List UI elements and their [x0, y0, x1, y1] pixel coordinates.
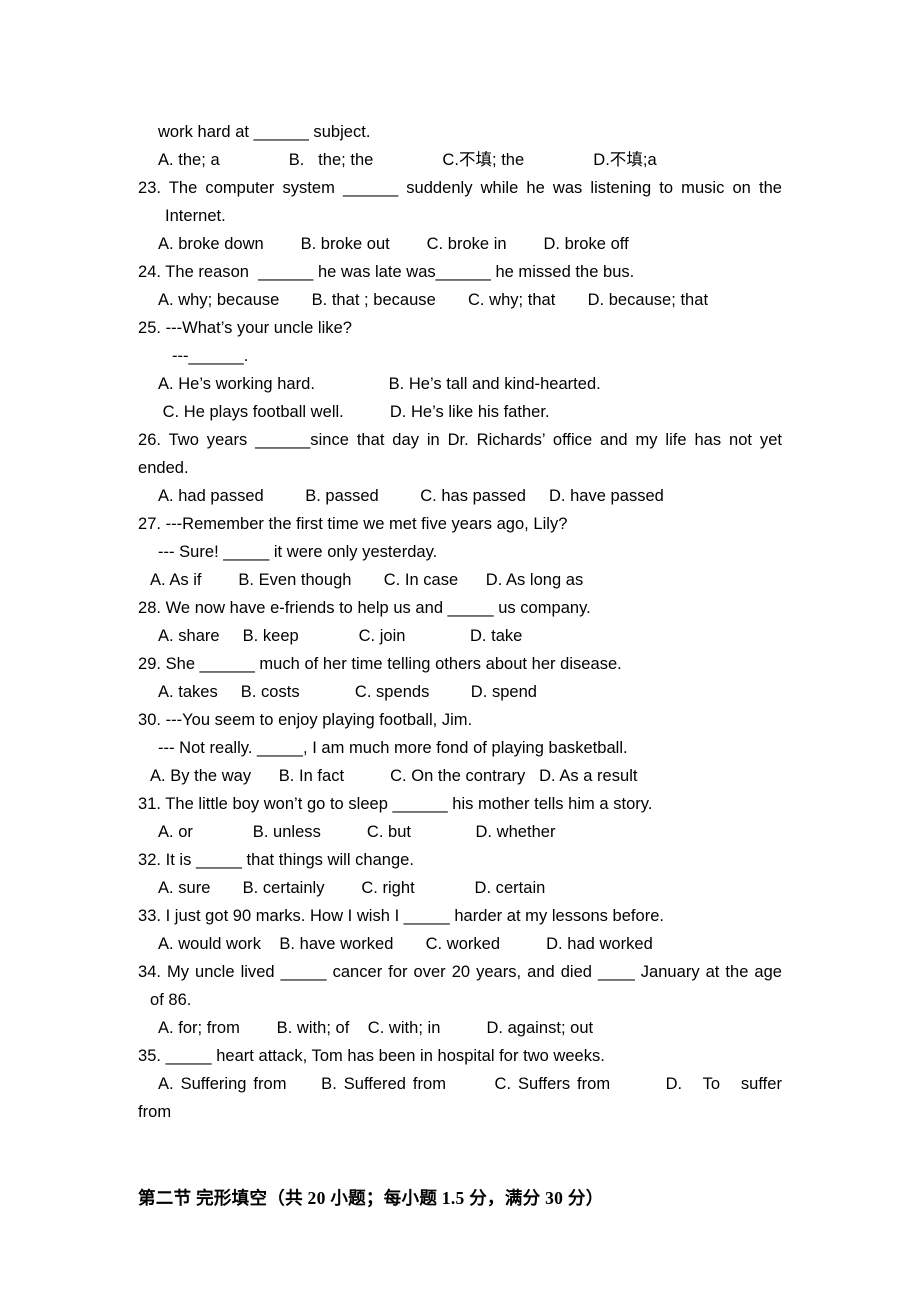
question-35-stem: 35. _____ heart attack, Tom has been in …	[138, 1047, 605, 1065]
question-25-options-ab: A. He’s working hard. B. He’s tall and k…	[158, 375, 601, 393]
question-33-options: A. would work B. have worked C. worked D…	[158, 935, 653, 953]
question-26-stem: 26. Two years ______since that day in Dr…	[138, 431, 782, 449]
exam-body: work hard at ______ subject. A. the; a B…	[138, 118, 782, 1212]
question-28-options: A. share B. keep C. join D. take	[158, 627, 523, 645]
question-31-stem: 31. The little boy won’t go to sleep ___…	[138, 795, 653, 813]
question-29-options: A. takes B. costs C. spends D. spend	[158, 683, 537, 701]
question-25-options-cd: C. He plays football well. D. He’s like …	[158, 403, 550, 421]
section-two-heading: 第二节 完形填空（共 20 小题；每小题 1.5 分，满分 30 分）	[138, 1188, 604, 1208]
question-22-options: A. the; a B. the; the C.不填; the D.不填;a	[158, 151, 657, 169]
question-27-stem: 27. ---Remember the first time we met fi…	[138, 515, 568, 533]
question-23-options: A. broke down B. broke out C. broke in D…	[158, 235, 629, 253]
question-25-answer-blank: ---______.	[172, 347, 249, 365]
question-27-stem-continuation: --- Sure! _____ it were only yesterday.	[158, 543, 438, 561]
question-24-stem: 24. The reason ______ he was late was___…	[138, 263, 635, 281]
question-27-options: A. As if B. Even though C. In case D. As…	[150, 571, 584, 589]
question-35-options: A. Suffering from B. Suffered from C. Su…	[158, 1075, 782, 1093]
question-32-options: A. sure B. certainly C. right D. certain	[158, 879, 546, 897]
question-30-options: A. By the way B. In fact C. On the contr…	[150, 767, 638, 785]
question-30-stem-continuation: --- Not really. _____, I am much more fo…	[158, 739, 628, 757]
question-34-stem-continuation: of 86.	[150, 991, 192, 1009]
question-31-options: A. or B. unless C. but D. whether	[158, 823, 556, 841]
question-24-options: A. why; because B. that ; because C. why…	[158, 291, 709, 309]
question-33-stem: 33. I just got 90 marks. How I wish I __…	[138, 907, 665, 925]
question-28-stem: 28. We now have e-friends to help us and…	[138, 599, 591, 617]
question-29-stem: 29. She ______ much of her time telling …	[138, 655, 622, 673]
question-34-options: A. for; from B. with; of C. with; in D. …	[158, 1019, 594, 1037]
question-26-options: A. had passed B. passed C. has passed D.…	[158, 487, 664, 505]
question-26-stem-continuation: ended.	[138, 459, 189, 477]
question-34-stem: 34. My uncle lived _____ cancer for over…	[138, 963, 782, 981]
question-25-stem: 25. ---What’s your uncle like?	[138, 319, 352, 337]
question-32-stem: 32. It is _____ that things will change.	[138, 851, 414, 869]
question-23-stem-continuation: Internet.	[165, 207, 226, 225]
document-page: work hard at ______ subject. A. the; a B…	[0, 0, 920, 1302]
question-30-stem: 30. ---You seem to enjoy playing footbal…	[138, 711, 473, 729]
question-23-stem: 23. The computer system ______ suddenly …	[138, 179, 782, 197]
question-22-stem-continuation: work hard at ______ subject.	[158, 123, 371, 141]
question-35-options-continuation: from	[138, 1103, 172, 1121]
